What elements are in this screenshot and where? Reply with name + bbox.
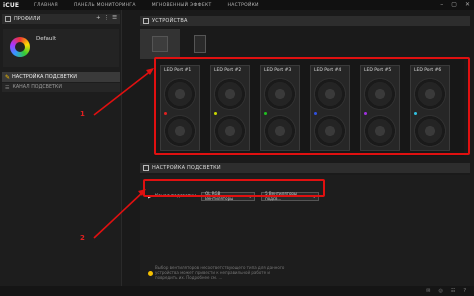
annotation-arrow-2 xyxy=(93,191,144,239)
forum-icon[interactable]: ☷ xyxy=(451,288,455,294)
annotation-number-2: 2 xyxy=(80,234,85,242)
status-bar: ✉ ◎ ☷ ? xyxy=(0,286,474,296)
annotation-arrow-1 xyxy=(93,69,153,116)
globe-icon[interactable]: ◎ xyxy=(438,288,442,294)
annotation-arrows xyxy=(93,68,154,239)
chat-icon[interactable]: ✉ xyxy=(426,288,430,294)
annotation-number-1: 1 xyxy=(80,110,85,118)
help-icon[interactable]: ? xyxy=(463,288,466,294)
